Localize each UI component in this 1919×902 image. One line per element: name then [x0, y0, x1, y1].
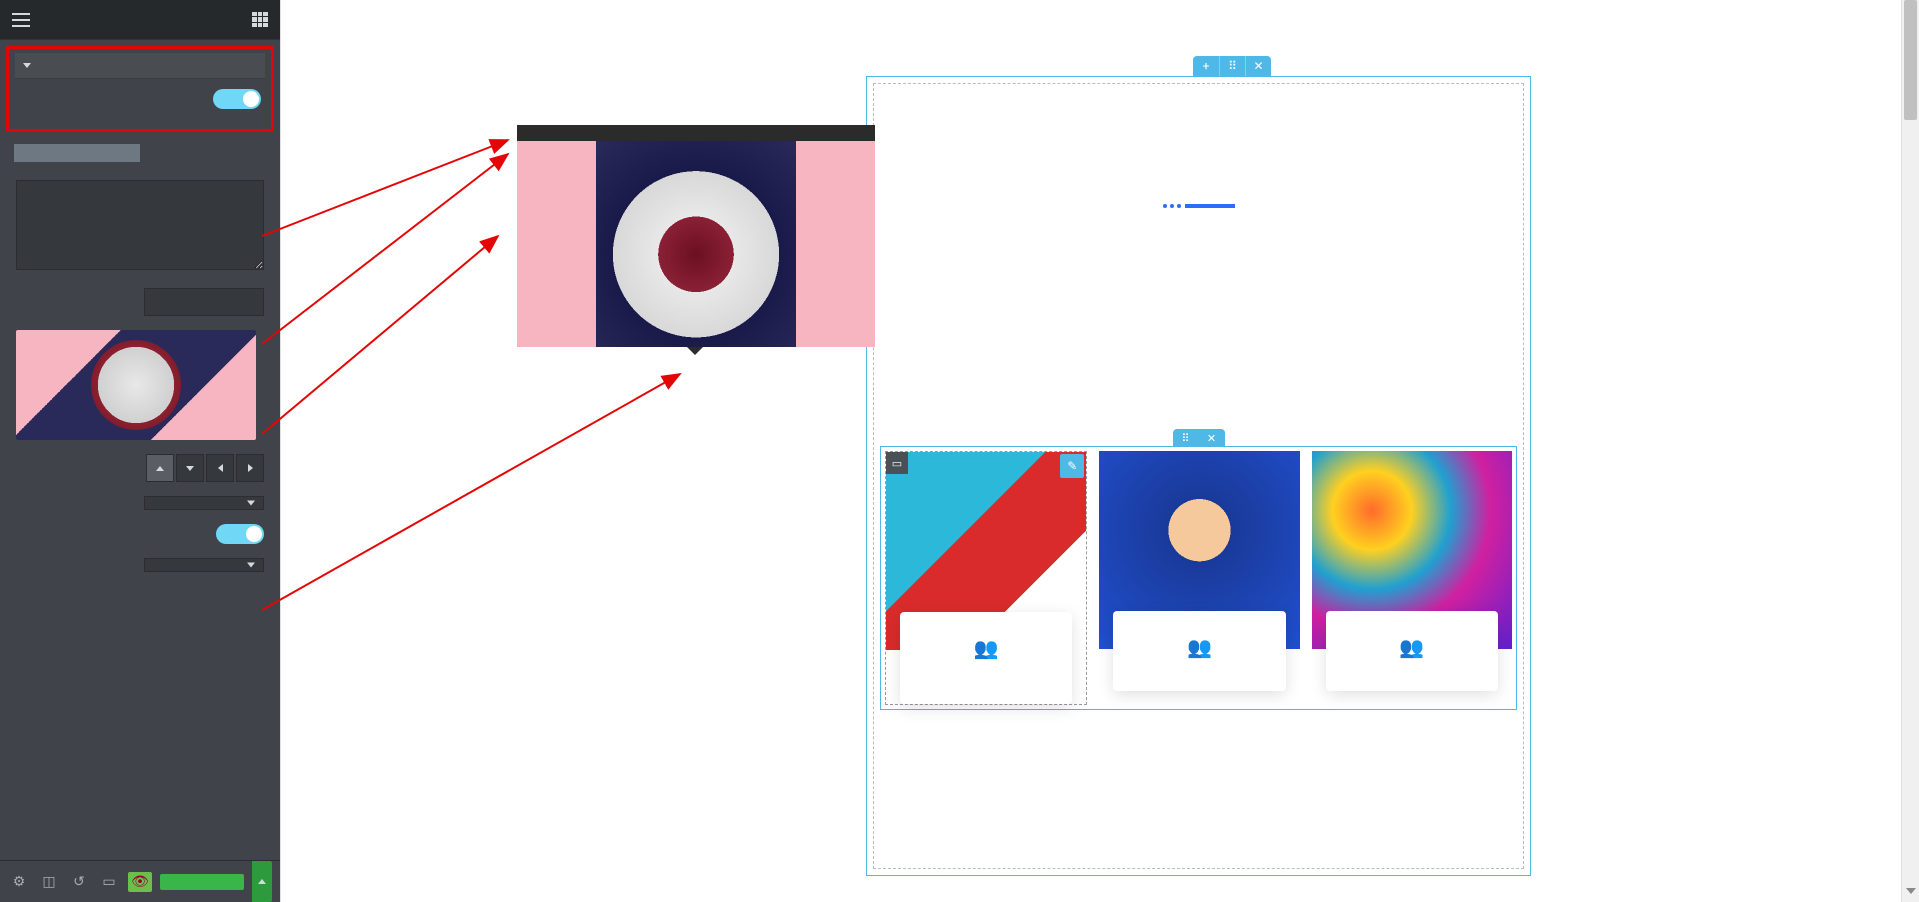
cards-row: ⠿ ✕ ▭ ✎ 👥: [880, 446, 1517, 710]
image-preview[interactable]: [16, 330, 256, 440]
update-button[interactable]: [160, 874, 244, 890]
preview-footer-icon[interactable]: 👁: [128, 872, 152, 892]
scrollbar-thumb[interactable]: [1904, 0, 1917, 120]
section-handle: + ⠿ ✕: [1193, 56, 1271, 76]
arrow-up-icon: [156, 466, 164, 471]
history-footer-icon[interactable]: ↺: [68, 871, 90, 893]
tooltip-section-header[interactable]: [15, 53, 265, 79]
tab-styles[interactable]: [140, 144, 266, 162]
card-body-2: 👥: [1113, 611, 1285, 691]
card-body-1: 👥: [900, 612, 1072, 704]
enable-tooltip-toggle[interactable]: [213, 89, 261, 109]
section-add-button[interactable]: +: [1193, 56, 1219, 76]
column-controls: ▭: [886, 452, 908, 474]
card-column-2[interactable]: 👥: [1099, 451, 1299, 705]
scroll-down-icon[interactable]: [1906, 888, 1916, 898]
people-icon: 👥: [918, 636, 1054, 660]
toggle-knob: [243, 91, 259, 107]
row-handle: ⠿ ✕: [1173, 429, 1225, 447]
content-textarea[interactable]: [16, 180, 264, 270]
row-close-button[interactable]: ✕: [1199, 429, 1225, 447]
tab-settings[interactable]: [14, 144, 140, 162]
widgets-grid-icon[interactable]: [252, 12, 268, 28]
responsive-footer-icon[interactable]: ▭: [98, 871, 120, 893]
section-drag-button[interactable]: ⠿: [1219, 56, 1245, 76]
trigger-select[interactable]: [144, 558, 264, 572]
toggle-knob: [246, 526, 262, 542]
animation-select[interactable]: [144, 496, 264, 510]
position-left-button[interactable]: [206, 454, 234, 482]
position-top-button[interactable]: [146, 454, 174, 482]
arrow-right-icon: [248, 464, 253, 472]
editor-tabs: [0, 138, 280, 162]
animation-row: [16, 496, 264, 510]
inner-dashed: ⠿ ✕ ▭ ✎ 👥: [873, 83, 1524, 869]
card-body-3: 👥: [1326, 611, 1498, 691]
card-column-1[interactable]: ▭ ✎ 👥: [885, 451, 1087, 705]
edit-widget-icon[interactable]: ✎: [1060, 454, 1084, 478]
tooltip-preview: [517, 125, 875, 347]
arrow-down-icon: [186, 466, 194, 471]
subcontent-input[interactable]: [144, 288, 264, 316]
caret-up-icon: [258, 879, 266, 884]
tooltip-line1: [517, 125, 875, 133]
divider: [894, 204, 1503, 208]
section-outline[interactable]: ⠿ ✕ ▭ ✎ 👥: [866, 76, 1531, 876]
trigger-row: [16, 558, 264, 572]
arrow-row: [16, 524, 264, 544]
vertical-scrollbar[interactable]: [1901, 0, 1919, 902]
position-buttons: [146, 454, 264, 482]
highlighted-section: [6, 46, 274, 132]
people-icon: 👥: [1131, 635, 1267, 659]
navigator-footer-icon[interactable]: ◫: [38, 871, 60, 893]
tooltip-image: [517, 141, 875, 347]
arrow-left-icon: [218, 464, 223, 472]
card-column-3[interactable]: 👥: [1312, 451, 1512, 705]
people-icon: 👥: [1344, 635, 1480, 659]
position-bottom-button[interactable]: [176, 454, 204, 482]
position-row: [16, 454, 264, 482]
position-right-button[interactable]: [236, 454, 264, 482]
settings-footer-icon[interactable]: ⚙: [8, 871, 30, 893]
sidebar-header: [0, 0, 280, 40]
tooltip-line2: [517, 133, 875, 141]
sidebar-footer: ⚙ ◫ ↺ ▭ 👁: [0, 860, 280, 902]
section-close-button[interactable]: ✕: [1245, 56, 1271, 76]
subcontent-row: [16, 288, 264, 316]
row-drag-button[interactable]: ⠿: [1173, 429, 1199, 447]
column-handle-button[interactable]: ▭: [886, 452, 908, 474]
enable-tooltip-row: [15, 79, 265, 119]
divider-dots: [1163, 204, 1181, 208]
divider-bar: [1185, 204, 1235, 208]
caret-down-icon: [23, 63, 31, 68]
editor-sidebar: ⚙ ◫ ↺ ▭ 👁: [0, 0, 280, 902]
tooltip-arrow-icon: [687, 347, 703, 355]
arrow-toggle[interactable]: [216, 524, 264, 544]
hamburger-icon[interactable]: [12, 13, 30, 27]
update-caret-button[interactable]: [252, 861, 272, 902]
panel-body: [0, 162, 280, 860]
title-area: [874, 84, 1523, 244]
